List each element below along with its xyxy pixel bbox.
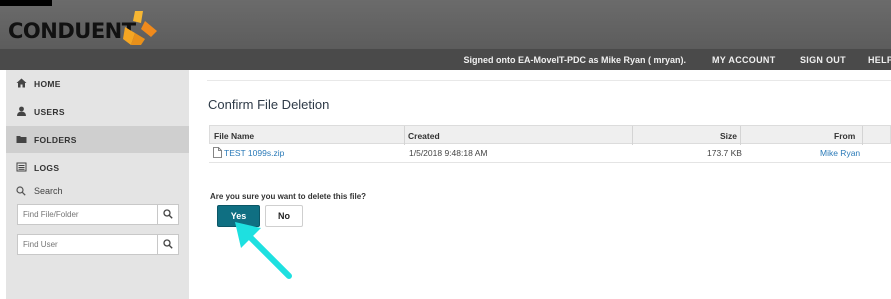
find-user-search xyxy=(17,234,179,255)
user-icon xyxy=(17,106,26,116)
file-size: 173.7 KB xyxy=(707,148,742,158)
find-file-input[interactable] xyxy=(18,205,161,224)
sidebar-item-folders[interactable]: FOLDERS xyxy=(6,126,189,153)
signed-in-status: Signed onto EA-MoveIT-PDC as Mike Ryan (… xyxy=(463,55,686,65)
delete-confirm-question: Are you sure you want to delete this fil… xyxy=(210,192,367,201)
search-icon xyxy=(163,209,173,219)
sign-out-link[interactable]: SIGN OUT xyxy=(800,55,846,65)
page-title: Confirm File Deletion xyxy=(208,97,330,112)
file-from-link[interactable]: Mike Ryan xyxy=(820,148,860,158)
search-icon xyxy=(163,239,173,249)
find-file-search-button[interactable] xyxy=(157,205,178,224)
sidebar-item-logs[interactable]: LOGS xyxy=(6,154,189,181)
column-divider xyxy=(862,126,863,145)
column-divider xyxy=(740,126,741,145)
search-heading-label: Search xyxy=(34,186,63,196)
file-name-link[interactable]: TEST 1099s.zip xyxy=(224,148,284,158)
sidebar-item-users[interactable]: USERS xyxy=(6,98,189,125)
sidebar-item-label: LOGS xyxy=(34,163,60,173)
brand-logo-text: CONDUENT xyxy=(8,19,136,43)
user-bar: Signed onto EA-MoveIT-PDC as Mike Ryan (… xyxy=(0,49,891,70)
sidebar-item-label: USERS xyxy=(34,107,65,117)
log-icon xyxy=(16,162,27,172)
top-divider xyxy=(207,80,891,81)
file-created-date: 1/5/2018 9:48:18 AM xyxy=(409,148,488,158)
sidebar-search-heading: Search xyxy=(6,181,189,201)
sidebar: HOME USERS FOLDERS LOGS Search xyxy=(6,70,189,299)
sidebar-item-label: FOLDERS xyxy=(34,135,77,145)
column-header-created[interactable]: Created xyxy=(408,131,440,141)
top-header: CONDUENT Signed onto EA-MoveIT-PDC as Mi… xyxy=(0,0,891,70)
help-link[interactable]: HELP xyxy=(868,55,891,65)
header-corner xyxy=(0,0,52,6)
sidebar-item-home[interactable]: HOME xyxy=(6,70,189,97)
column-divider xyxy=(404,126,405,145)
find-user-input[interactable] xyxy=(18,235,161,254)
my-account-link[interactable]: MY ACCOUNT xyxy=(712,55,776,65)
brand-logo-mark-icon xyxy=(123,11,157,45)
search-icon xyxy=(16,186,26,196)
annotation-arrow-icon xyxy=(235,222,292,279)
home-icon xyxy=(16,78,27,88)
column-header-from[interactable]: From xyxy=(834,131,855,141)
folder-icon xyxy=(16,136,27,143)
find-user-search-button[interactable] xyxy=(157,235,178,254)
column-header-size[interactable]: Size xyxy=(720,131,737,141)
table-header: File Name Created Size From xyxy=(209,125,891,145)
column-divider xyxy=(632,126,633,145)
table-row: TEST 1099s.zip 1/5/2018 9:48:18 AM 173.7… xyxy=(209,144,891,163)
sidebar-item-label: HOME xyxy=(34,79,61,89)
column-header-file-name[interactable]: File Name xyxy=(214,131,254,141)
file-icon xyxy=(213,147,222,158)
find-file-search xyxy=(17,204,179,225)
